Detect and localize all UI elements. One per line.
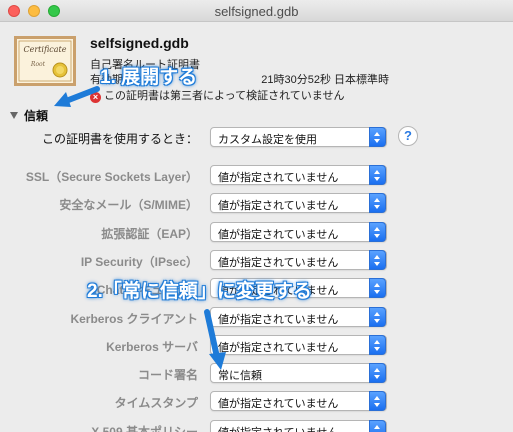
expiry-suffix: 21時30分52秒 日本標準時 — [261, 74, 390, 86]
warning-text: この証明書は第三者によって検証されていません — [104, 90, 345, 102]
trust-row-label: SSL（Secure Sockets Layer） — [25, 170, 198, 184]
trust-row-label: X.509 基本ポリシー — [91, 425, 198, 432]
when-using-value: カスタム設定を使用 — [218, 134, 317, 146]
certificate-warning: × この証明書は第三者によって検証されていません — [90, 87, 344, 103]
trust-row-value: 値が指定されていません — [218, 229, 339, 241]
popup-arrows-icon — [369, 363, 386, 383]
trust-row-popup[interactable]: 値が指定されていません — [210, 222, 387, 242]
trust-header-label: 信頼 — [24, 109, 49, 123]
trust-row-value: 値が指定されていません — [218, 172, 339, 184]
popup-arrows-icon — [369, 222, 386, 242]
trust-row-value: 値が指定されていません — [218, 424, 338, 432]
popup-arrows-icon — [369, 193, 386, 213]
title-bar: selfsigned.gdb — [0, 0, 513, 22]
certificate-icon-root: Root — [30, 61, 46, 68]
trust-row-popup[interactable]: 値が指定されていません — [210, 391, 387, 411]
certificate-icon-title: Certificate — [24, 45, 67, 54]
certificate-detail: Certificate Root selfsigned.gdb 自己署名ルート証… — [0, 23, 513, 432]
trust-row-label: IP Security（IPsec） — [80, 255, 198, 269]
trust-row-label: 安全なメール（S/MIME） — [59, 198, 198, 212]
trust-row-popup[interactable]: 値が指定されていません — [210, 165, 387, 185]
trust-row-popup[interactable]: 値が指定されていません — [210, 420, 387, 432]
trust-row-value: 値が指定されていません — [218, 200, 339, 212]
when-using-popup[interactable]: カスタム設定を使用 — [210, 127, 387, 147]
trust-row-popup[interactable]: 値が指定されていません — [210, 307, 387, 327]
popup-arrows-icon — [369, 127, 386, 147]
trust-section-toggle[interactable]: 信頼 — [10, 107, 48, 124]
trust-row-popup[interactable]: 値が指定されていません — [210, 193, 387, 213]
certificate-icon: Certificate Root — [14, 36, 76, 86]
disclosure-triangle-icon — [10, 112, 18, 119]
annotation-step2: 2.「常に信頼」に変更する — [87, 281, 312, 302]
trust-row-label: タイムスタンプ — [114, 396, 198, 410]
trust-row-label: Kerberos クライアント — [70, 312, 198, 326]
trust-row-value: 常に信頼 — [218, 370, 262, 382]
trust-row-popup[interactable]: 値が指定されていません — [210, 335, 387, 355]
trust-row-value: 値が指定されていません — [218, 314, 339, 326]
trust-row-value: 値が指定されていません — [218, 398, 339, 410]
trust-row-popup[interactable]: 常に信頼 — [210, 363, 387, 383]
trust-row-label: コード署名 — [137, 368, 198, 382]
popup-arrows-icon — [369, 335, 386, 355]
trust-row-value: 値が指定されていません — [218, 257, 339, 269]
popup-arrows-icon — [369, 420, 386, 432]
when-using-label: この証明書を使用するとき： — [41, 132, 198, 146]
help-button[interactable]: ? — [398, 126, 418, 146]
popup-arrows-icon — [369, 250, 386, 270]
warning-icon: × — [90, 92, 101, 103]
certificate-name: selfsigned.gdb — [90, 35, 189, 51]
trust-row-popup[interactable]: 値が指定されていません — [210, 250, 387, 270]
annotation-step1: 1. 展開する — [100, 67, 198, 88]
window-title: selfsigned.gdb — [214, 4, 299, 19]
certificate-window: selfsigned.gdb Certificate Root selfsign… — [0, 0, 513, 432]
popup-arrows-icon — [369, 307, 386, 327]
popup-arrows-icon — [369, 278, 386, 298]
trust-row-label: 拡張認証（EAP） — [101, 227, 198, 241]
trust-row-value: 値が指定されていません — [218, 342, 339, 354]
trust-row-label: Kerberos サーバ — [106, 340, 198, 354]
popup-arrows-icon — [369, 165, 386, 185]
popup-arrows-icon — [369, 391, 386, 411]
